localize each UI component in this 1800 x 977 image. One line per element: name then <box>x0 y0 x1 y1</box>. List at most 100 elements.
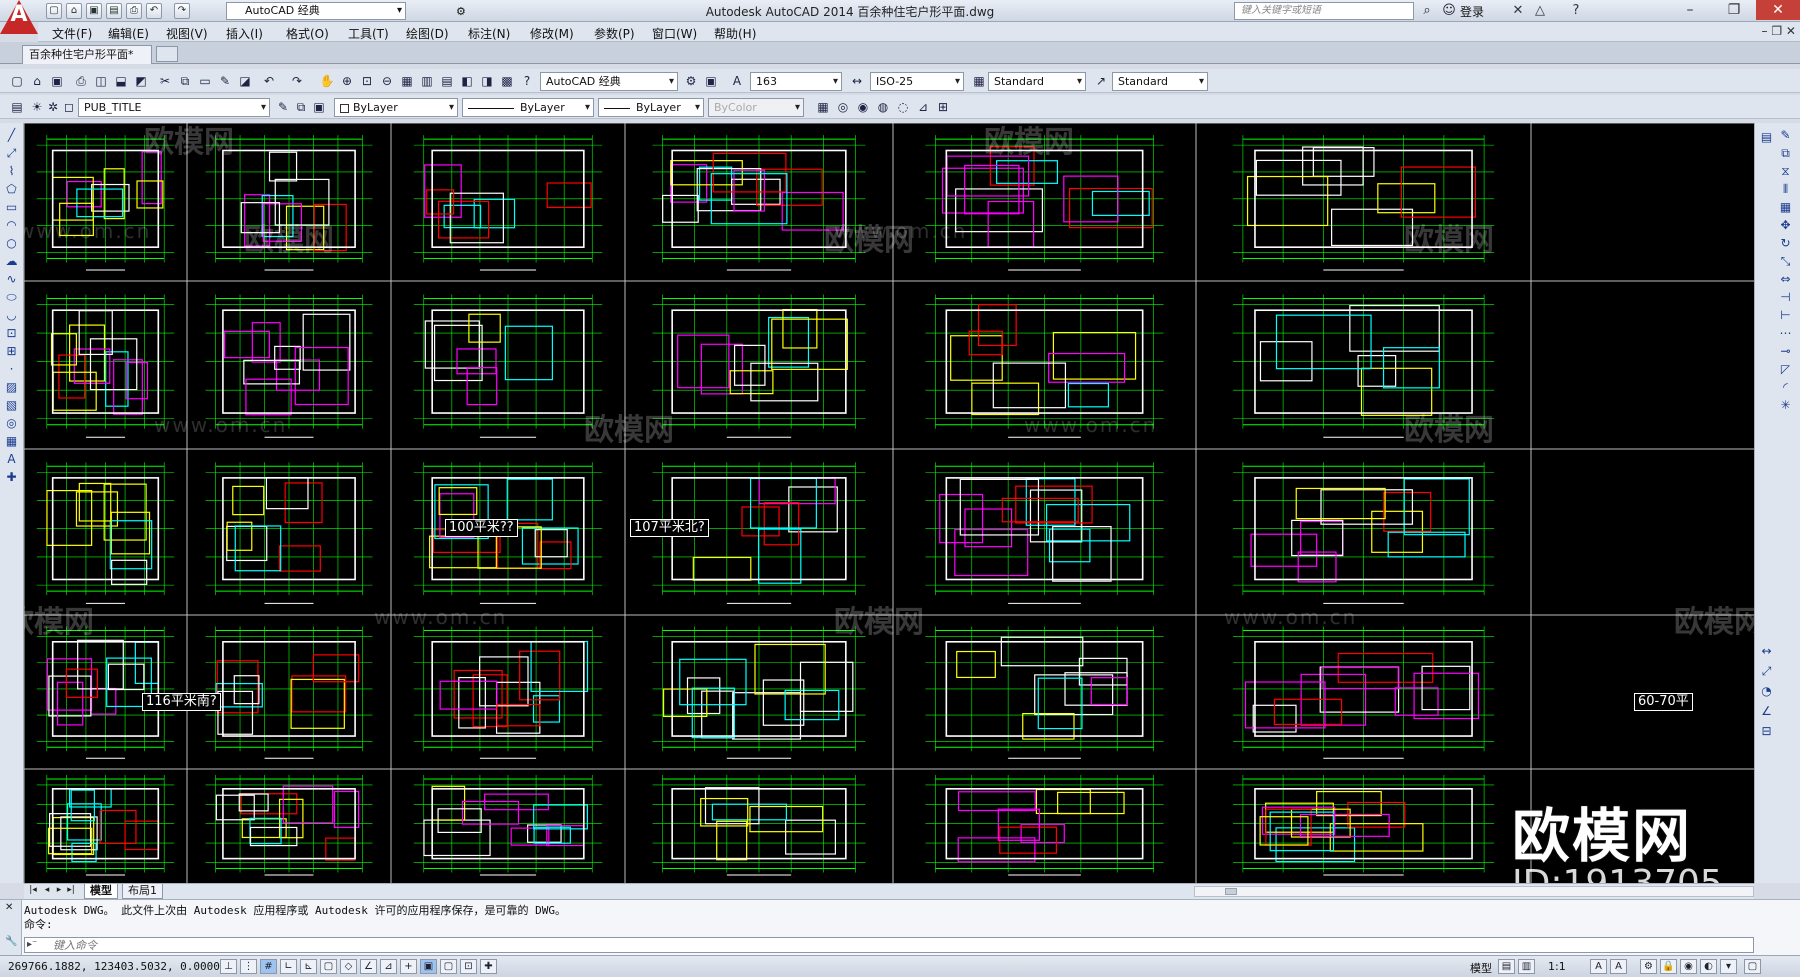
layer-state-icon[interactable]: ▣ <box>310 98 328 116</box>
menu-draw[interactable]: 绘图(D) <box>406 25 449 42</box>
ucs-icon[interactable]: ⊿ <box>914 98 932 116</box>
circle-icon[interactable]: ○ <box>3 235 20 252</box>
plotstyle-select[interactable]: ByColor <box>708 98 804 117</box>
add-selected-icon[interactable]: ✚ <box>3 469 20 486</box>
fillet-icon[interactable]: ◜ <box>1777 379 1794 396</box>
preview-icon[interactable]: ◫ <box>92 72 110 90</box>
design-center-icon[interactable]: ▥ <box>418 72 436 90</box>
minimize-button[interactable]: – <box>1668 0 1712 20</box>
menu-window[interactable]: 窗口(W) <box>652 25 697 42</box>
dim-style-icon[interactable]: ⊟ <box>1758 723 1775 740</box>
lock-ui-icon[interactable]: 🔒 <box>1660 959 1677 974</box>
quick-view-layouts-icon[interactable]: ▤ <box>1498 959 1515 974</box>
login-button[interactable]: 登录 <box>1460 3 1540 20</box>
layer-select[interactable]: PUB_TITLE <box>78 98 270 117</box>
layer-manager-icon[interactable]: ▤ <box>8 98 26 116</box>
annotation-visibility-icon[interactable]: A <box>1590 959 1607 974</box>
array-icon[interactable]: ▦ <box>1777 199 1794 216</box>
render-icon[interactable]: ◉ <box>854 98 872 116</box>
application-menu-button[interactable]: A <box>0 0 38 34</box>
menu-dimension[interactable]: 标注(N) <box>468 25 510 42</box>
menu-view[interactable]: 视图(V) <box>166 25 208 42</box>
binoculars-icon[interactable]: ⌕ <box>1418 2 1436 20</box>
3d-osnap-toggle[interactable]: ◇ <box>340 959 357 974</box>
ellipse-icon[interactable]: ⬭ <box>3 289 20 306</box>
horizontal-scrollbar[interactable] <box>1194 886 1754 897</box>
undo-icon[interactable]: ↶ <box>146 3 162 19</box>
layer-lock-icon[interactable]: ◻ <box>60 98 78 116</box>
explode-icon[interactable]: ✳ <box>1777 397 1794 414</box>
copy-icon[interactable]: ⧉ <box>176 72 194 90</box>
workspace-settings-icon[interactable]: ⚙ <box>682 72 700 90</box>
zoom-realtime-icon[interactable]: ⊕ <box>338 72 356 90</box>
match-properties-icon[interactable]: ✎ <box>216 72 234 90</box>
copy-object-icon[interactable]: ⧉ <box>1777 145 1794 162</box>
view-toolbar-icon[interactable]: ▦ <box>814 98 832 116</box>
menu-edit[interactable]: 编辑(E) <box>108 25 149 42</box>
scale-icon[interactable]: ⤡ <box>1777 253 1794 270</box>
plot-icon[interactable]: ⎙ <box>72 72 90 90</box>
insert-block-icon[interactable]: ⊡ <box>3 325 20 342</box>
menu-file[interactable]: 文件(F) <box>52 25 92 42</box>
offset-icon[interactable]: ⫴ <box>1777 181 1794 198</box>
chamfer-icon[interactable]: ◸ <box>1777 361 1794 378</box>
model-space-canvas[interactable]: 100平米?? 107平米北? 116平米南? 60-70平 欧模网 欧模网 欧… <box>24 123 1754 883</box>
publish-icon[interactable]: ⬓ <box>112 72 130 90</box>
mtext-icon[interactable]: A <box>3 451 20 468</box>
erase-icon[interactable]: ✎ <box>1777 127 1794 144</box>
lineweight-select[interactable]: ByLayer <box>598 98 704 117</box>
snap-mode-toggle[interactable]: ⋮ <box>240 959 257 974</box>
revcloud-icon[interactable]: ☁ <box>3 253 20 270</box>
menu-modify[interactable]: 修改(M) <box>530 25 574 42</box>
search-input[interactable]: 键入关键字或短语 <box>1234 2 1414 20</box>
linetype-select[interactable]: ByLayer <box>462 98 594 117</box>
undo-icon[interactable]: ↶ <box>260 72 278 90</box>
tab-layout1[interactable]: 布局1 <box>122 884 163 899</box>
dim-radius-icon[interactable]: ◔ <box>1758 683 1775 700</box>
properties-palette-icon[interactable]: ▤ <box>1758 129 1775 146</box>
workspace-select[interactable]: AutoCAD 经典 <box>540 72 678 91</box>
selection-cycling-toggle[interactable]: ✚ <box>480 959 497 974</box>
mirror-icon[interactable]: ⧖ <box>1777 163 1794 180</box>
line-icon[interactable]: ╱ <box>3 127 20 144</box>
quick-properties-toggle[interactable]: ⊡ <box>460 959 477 974</box>
dynamic-input-toggle[interactable]: + <box>400 959 417 974</box>
make-current-layer-icon[interactable]: ✎ <box>274 98 292 116</box>
menu-help[interactable]: 帮助(H) <box>714 25 756 42</box>
isolate-objects-icon[interactable]: ◐ <box>1700 959 1717 974</box>
dynamic-ucs-toggle[interactable]: ⊿ <box>380 959 397 974</box>
rectangle-icon[interactable]: ▭ <box>3 199 20 216</box>
hardware-acceleration-icon[interactable]: ◉ <box>1680 959 1697 974</box>
status-bar-menu-icon[interactable]: ▾ <box>1720 959 1737 974</box>
object-snap-tracking-toggle[interactable]: ∠ <box>360 959 377 974</box>
save-icon[interactable]: ▣ <box>86 3 102 19</box>
save-as-icon[interactable]: ▤ <box>106 3 122 19</box>
visual-style-icon[interactable]: ◍ <box>874 98 892 116</box>
ortho-mode-toggle[interactable]: ∟ <box>280 959 297 974</box>
gradient-icon[interactable]: ▧ <box>3 397 20 414</box>
menu-insert[interactable]: 插入(I) <box>226 25 263 42</box>
ucs-world-icon[interactable]: ⊞ <box>934 98 952 116</box>
dim-linear-icon[interactable]: ↔ <box>1758 643 1775 660</box>
menu-tools[interactable]: 工具(T) <box>348 25 389 42</box>
quick-view-drawings-icon[interactable]: ▥ <box>1518 959 1535 974</box>
exchange-icon[interactable]: ✕ <box>1508 2 1528 20</box>
spline-icon[interactable]: ∿ <box>3 271 20 288</box>
extend-icon[interactable]: ⊢ <box>1777 307 1794 324</box>
workspace-combo[interactable]: ⚙ AutoCAD 经典 <box>226 2 466 20</box>
workspace-lock-icon[interactable]: ▣ <box>702 72 720 90</box>
clean-screen-icon[interactable]: ▢ <box>1744 959 1761 974</box>
prev-layout-icon[interactable]: ◂ <box>42 885 52 895</box>
tool-palettes-icon[interactable]: ▤ <box>438 72 456 90</box>
menu-window-controls[interactable]: – ❐ ✕ <box>1762 24 1796 38</box>
hatch-icon[interactable]: ▨ <box>3 379 20 396</box>
calculator-icon[interactable]: ▩ <box>498 72 516 90</box>
construction-line-icon[interactable]: ⤢ <box>3 145 20 162</box>
new-file-icon[interactable]: ▢ <box>46 3 62 19</box>
tab-model[interactable]: 模型 <box>84 884 118 899</box>
redo-icon[interactable]: ↷ <box>174 3 190 19</box>
workspace-switching-icon[interactable]: ⚙ <box>1640 959 1657 974</box>
polyline-icon[interactable]: ⌇ <box>3 163 20 180</box>
command-input[interactable] <box>53 938 1653 952</box>
rotate-icon[interactable]: ↻ <box>1777 235 1794 252</box>
